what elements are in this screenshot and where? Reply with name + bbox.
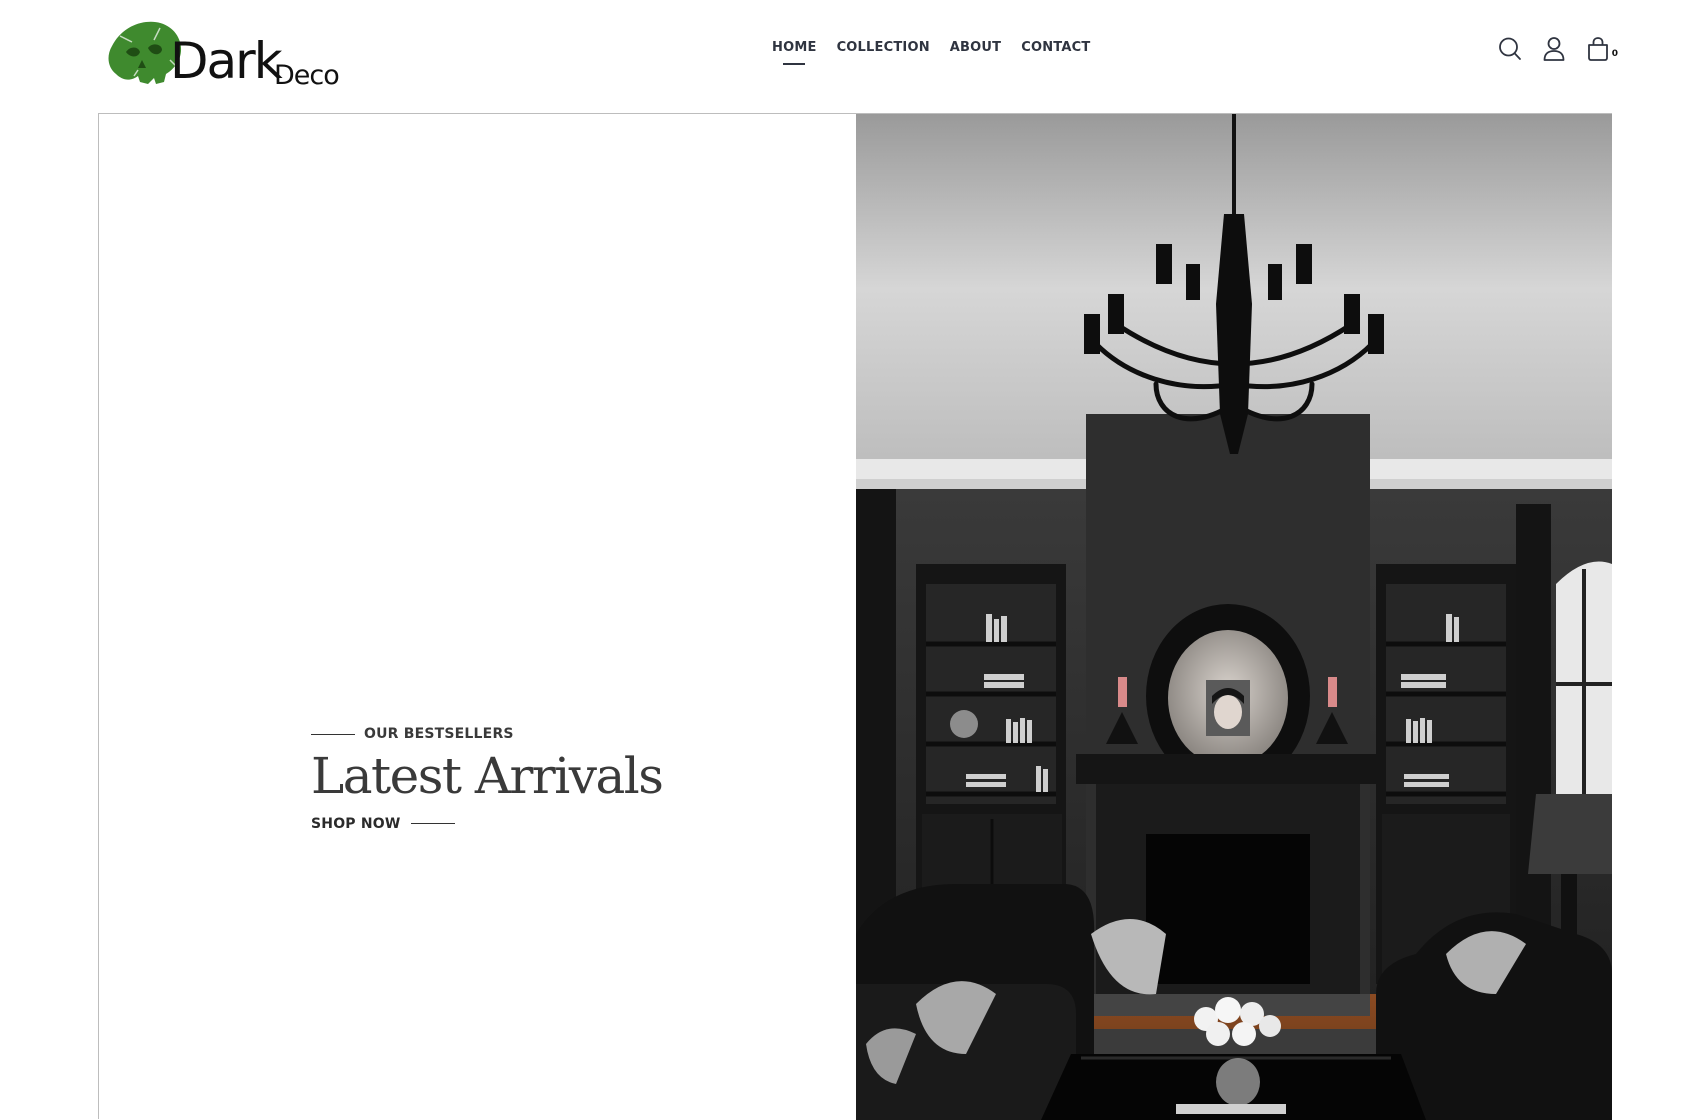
shop-now-link[interactable]: SHOP NOW: [311, 816, 455, 832]
hero-banner: OUR BESTSELLERS Latest Arrivals SHOP NOW: [98, 113, 1612, 1120]
nav-item-collection[interactable]: COLLECTION: [837, 40, 930, 65]
shopping-bag-icon: [1588, 37, 1608, 61]
hero-eyebrow-text: OUR BESTSELLERS: [364, 726, 514, 742]
brand-name: Dark: [170, 32, 283, 90]
hero-title: Latest Arrivals: [311, 747, 664, 805]
hero-eyebrow: OUR BESTSELLERS: [311, 726, 811, 742]
nav-item-about[interactable]: ABOUT: [950, 40, 1001, 65]
shop-now-label: SHOP NOW: [311, 815, 401, 832]
hero-text-block: OUR BESTSELLERS Latest Arrivals SHOP NOW: [311, 726, 811, 833]
cart-button[interactable]: 0: [1586, 36, 1618, 62]
account-button[interactable]: [1542, 36, 1566, 62]
user-icon: [1543, 37, 1565, 61]
search-icon: [1499, 37, 1521, 60]
brand-subname: Deco: [274, 60, 340, 91]
header-icons: 0: [1498, 36, 1618, 62]
hero-image-living-room: [856, 114, 1612, 1120]
site-header: Dark Deco HOME COLLECTION ABOUT CONTACT: [0, 0, 1702, 113]
nav-item-home[interactable]: HOME: [772, 40, 817, 65]
main-nav: HOME COLLECTION ABOUT CONTACT: [772, 40, 1090, 65]
cart-count-badge: 0: [1611, 49, 1618, 59]
gothic-living-room-image: [856, 114, 1612, 1120]
search-button[interactable]: [1498, 36, 1522, 62]
eyebrow-rule: [311, 733, 355, 735]
brand-logo[interactable]: Dark Deco: [104, 16, 354, 90]
shop-now-rule: [410, 823, 455, 824]
nav-item-contact[interactable]: CONTACT: [1021, 40, 1090, 65]
